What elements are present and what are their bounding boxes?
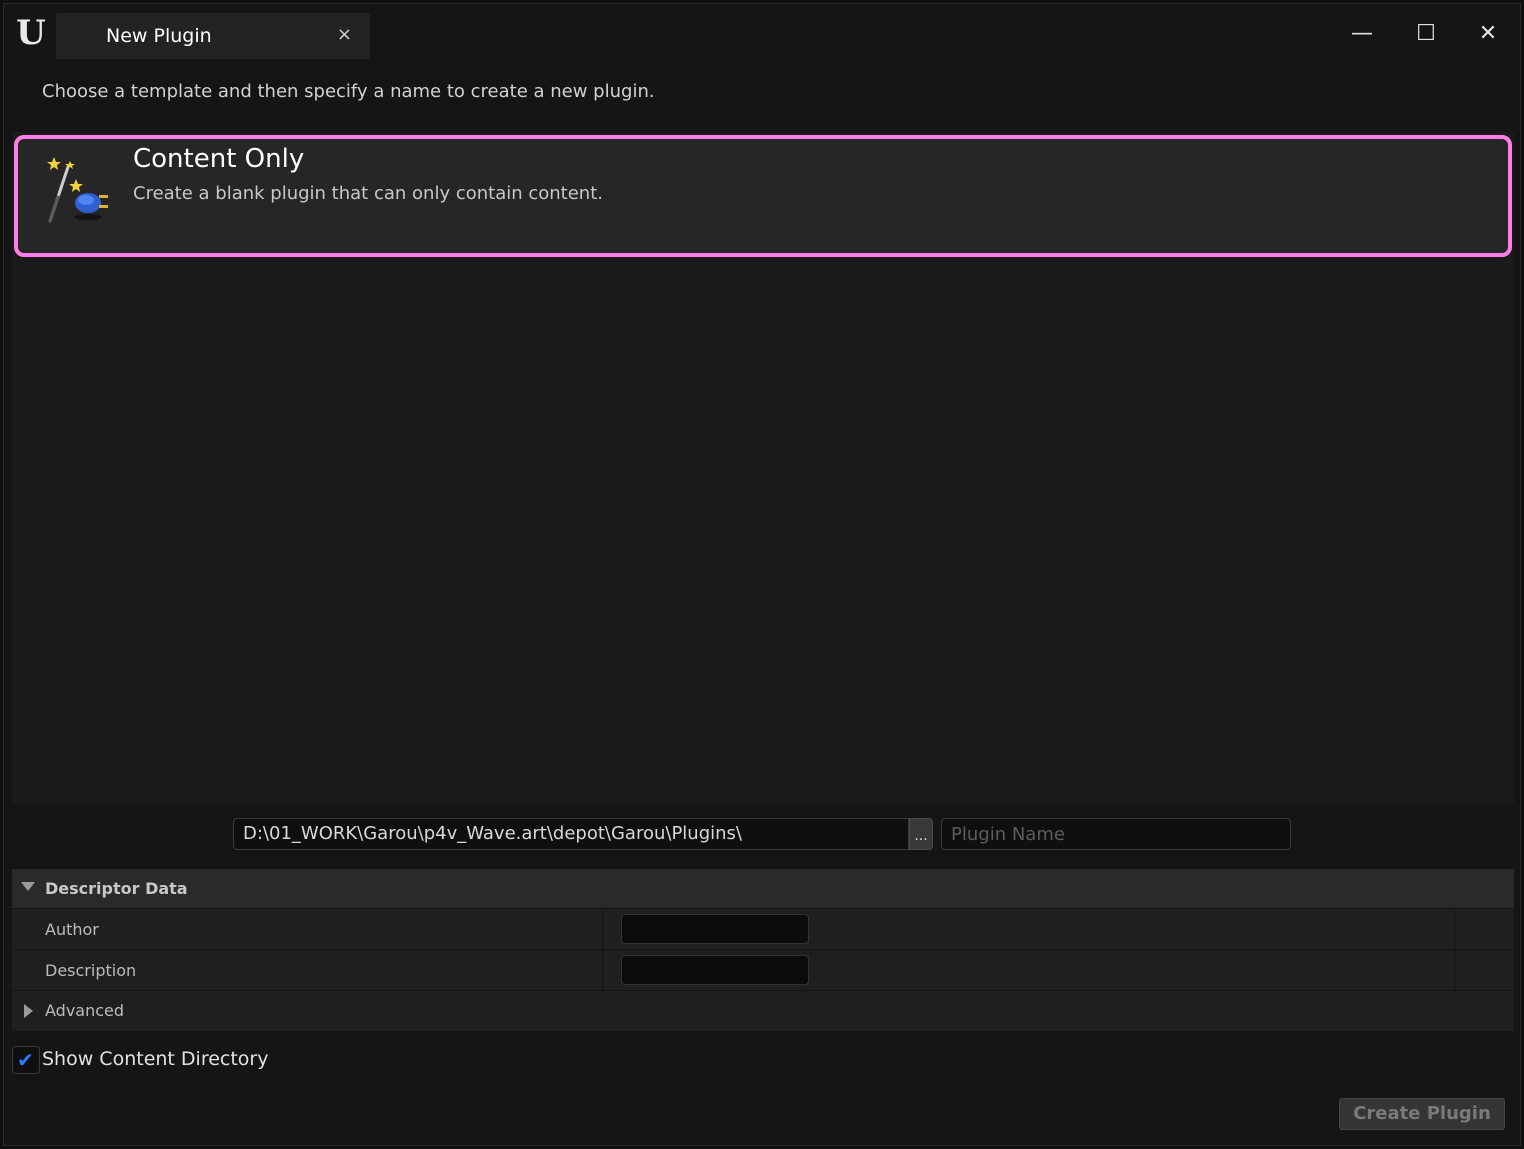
column-divider bbox=[602, 909, 603, 949]
author-input[interactable] bbox=[621, 914, 809, 944]
checkmark-icon: ✔ bbox=[17, 1048, 34, 1072]
description-row: Description bbox=[12, 950, 1514, 991]
descriptor-data-panel: Descriptor Data Author Description Advan… bbox=[12, 869, 1514, 1031]
template-list: Content Only Create a blank plugin that … bbox=[12, 132, 1514, 804]
close-window-button[interactable]: ✕ bbox=[1468, 16, 1508, 52]
tab-close-icon[interactable]: × bbox=[337, 24, 352, 45]
expand-arrow-icon bbox=[21, 882, 35, 891]
column-divider bbox=[602, 950, 603, 990]
description-label: Description bbox=[45, 961, 137, 980]
author-label: Author bbox=[45, 920, 99, 939]
description-input[interactable] bbox=[621, 955, 809, 985]
minimize-button[interactable]: — bbox=[1342, 16, 1382, 52]
instructions-text: Choose a template and then specify a nam… bbox=[42, 81, 655, 102]
plugin-path-row: D:\01_WORK\Garou\p4v_Wave.art\depot\Garo… bbox=[4, 804, 1520, 868]
descriptor-data-title: Descriptor Data bbox=[45, 879, 188, 898]
template-description: Create a blank plugin that can only cont… bbox=[133, 183, 603, 204]
advanced-section-header[interactable]: Advanced bbox=[12, 991, 1514, 1031]
magic-wand-plugin-icon bbox=[47, 157, 108, 223]
advanced-label: Advanced bbox=[45, 1001, 125, 1020]
plugin-name-input[interactable] bbox=[941, 818, 1291, 850]
tab-title: New Plugin bbox=[106, 25, 212, 47]
new-plugin-window: U New Plugin × — ☐ ✕ Choose a template a… bbox=[3, 3, 1521, 1146]
plugin-path-field[interactable]: D:\01_WORK\Garou\p4v_Wave.art\depot\Garo… bbox=[233, 818, 909, 850]
show-content-directory-label[interactable]: Show Content Directory bbox=[42, 1048, 268, 1070]
template-title: Content Only bbox=[133, 144, 305, 174]
template-item-content-only[interactable]: Content Only Create a blank plugin that … bbox=[14, 135, 1512, 257]
create-plugin-button[interactable]: Create Plugin bbox=[1339, 1098, 1505, 1130]
author-row: Author bbox=[12, 909, 1514, 950]
unreal-logo-icon: U bbox=[16, 13, 46, 53]
maximize-button[interactable]: ☐ bbox=[1406, 16, 1446, 52]
column-divider bbox=[1454, 950, 1455, 990]
tab-new-plugin[interactable]: New Plugin × bbox=[56, 13, 370, 59]
collapse-arrow-icon bbox=[24, 1004, 33, 1018]
browse-path-button[interactable]: ... bbox=[909, 818, 933, 850]
title-bar: U New Plugin × — ☐ ✕ bbox=[4, 4, 1520, 62]
show-content-directory-checkbox[interactable]: ✔ bbox=[12, 1046, 40, 1074]
column-divider bbox=[1454, 909, 1455, 949]
descriptor-data-header[interactable]: Descriptor Data bbox=[12, 869, 1514, 909]
